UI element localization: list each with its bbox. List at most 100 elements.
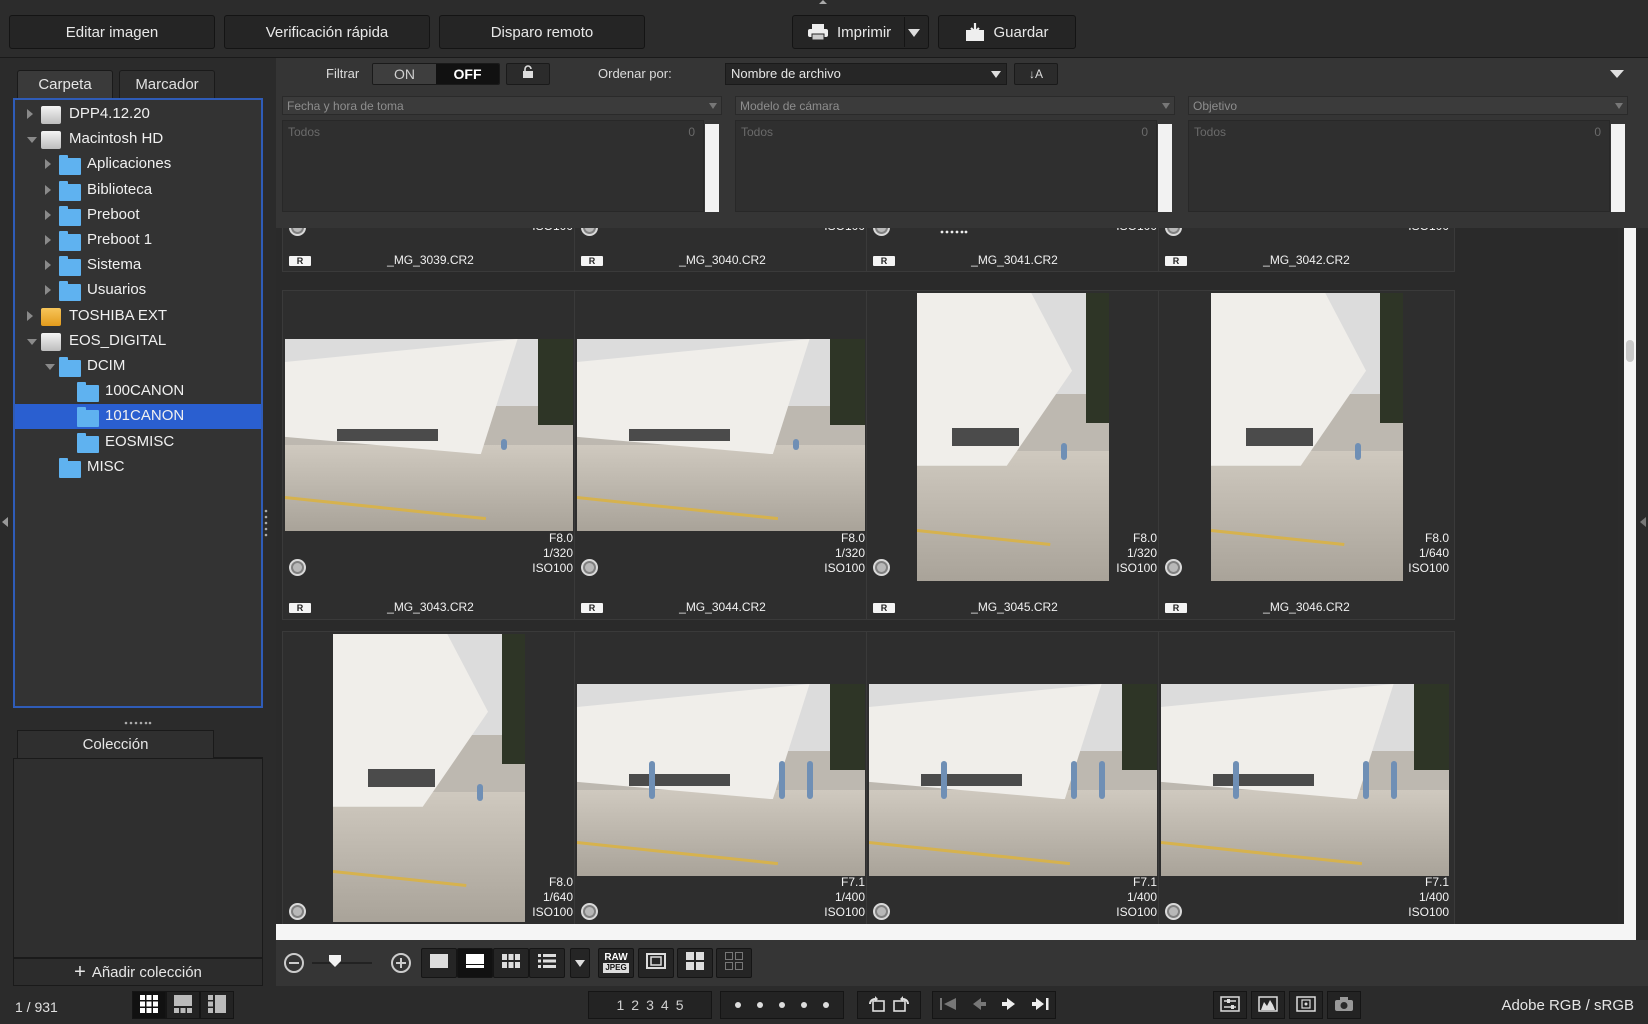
view-medium-button[interactable] — [457, 948, 493, 978]
grid-scrollbar-thumb[interactable] — [1626, 340, 1634, 362]
tree-item[interactable]: EOS_DIGITAL — [15, 329, 261, 354]
sort-direction-button[interactable]: ↓A — [1014, 63, 1058, 85]
check-mark-icon[interactable] — [289, 228, 306, 236]
check-mark-icon[interactable] — [581, 903, 598, 920]
filter-expand-icon[interactable] — [1610, 70, 1624, 78]
add-collection-button[interactable]: + Añadir colección — [13, 958, 263, 986]
expanded-arrow-icon[interactable] — [27, 338, 37, 345]
expanded-arrow-icon[interactable] — [45, 364, 55, 370]
filmstrip-button[interactable] — [638, 948, 674, 978]
view-options-dropdown[interactable] — [570, 948, 590, 978]
check-mark-icon[interactable] — [289, 903, 306, 920]
thumbnail-cell[interactable]: F7.1 1/400 ISO100 — [866, 631, 1163, 940]
camera-info-button[interactable] — [1327, 991, 1361, 1019]
tree-item[interactable]: 100CANON — [15, 379, 261, 404]
filter-lens-select[interactable]: Objetivo — [1188, 96, 1628, 115]
label-dot-icon[interactable] — [757, 1002, 763, 1008]
sort-select[interactable]: Nombre de archivo — [725, 63, 1007, 85]
collapsed-arrow-icon[interactable] — [45, 159, 51, 170]
filter-camera-list[interactable]: Todos 0 — [735, 120, 1157, 212]
previous-image-icon[interactable] — [971, 997, 987, 1014]
filter-camera-all[interactable]: Todos — [741, 125, 773, 139]
view-large-button[interactable] — [421, 948, 457, 978]
filter-off-button[interactable]: OFF — [436, 64, 499, 84]
collapsed-arrow-icon[interactable] — [27, 109, 33, 119]
left-splitter-handle[interactable] — [263, 508, 269, 538]
grid-view-button[interactable] — [677, 948, 713, 978]
thumbnail-cell[interactable]: F8.0 1/320 ISO100 R _MG_3043.CR2 — [282, 290, 579, 620]
filter-date-all[interactable]: Todos — [288, 125, 320, 139]
tree-item[interactable]: Usuarios — [15, 278, 261, 303]
remote-shoot-button[interactable]: Disparo remoto — [439, 15, 645, 49]
tree-item[interactable]: Aplicaciones — [15, 152, 261, 177]
tree-item[interactable]: Macintosh HD — [15, 127, 261, 152]
label-dot-icon[interactable] — [823, 1002, 829, 1008]
thumbnail-cell[interactable]: F8.0 1/320 ISO100 R _MG_3044.CR2 — [574, 290, 871, 620]
tree-item[interactable]: TOSHIBA EXT — [15, 304, 261, 329]
color-label-buttons[interactable] — [720, 991, 844, 1019]
rating-4-button[interactable]: 4 — [661, 997, 669, 1013]
collapsed-arrow-icon[interactable] — [45, 209, 51, 220]
tree-item[interactable]: Biblioteca — [15, 178, 261, 203]
tab-collection[interactable]: Colección — [17, 730, 214, 758]
zoom-slider-thumb[interactable] — [328, 954, 342, 968]
tab-bookmark[interactable]: Marcador — [119, 70, 215, 98]
filter-lock-button[interactable] — [506, 63, 550, 85]
filter-date-list[interactable]: Todos 0 — [282, 120, 704, 212]
collapsed-arrow-icon[interactable] — [45, 260, 51, 271]
compare-view-button[interactable] — [716, 948, 752, 978]
view-small-button[interactable] — [493, 948, 529, 978]
tree-item[interactable]: MISC — [15, 455, 261, 480]
collapse-left-icon[interactable] — [2, 517, 8, 527]
collapsed-arrow-icon[interactable] — [45, 285, 51, 296]
collapsed-arrow-icon[interactable] — [45, 184, 51, 195]
thumbnail-cell[interactable]: F8.0 1/320 ISO100 R _MG_3045.CR2 — [866, 290, 1163, 620]
check-mark-icon[interactable] — [581, 559, 598, 576]
thumbnail-cell[interactable]: F8.0 1/640 ISO100 — [282, 631, 579, 940]
filter-camera-scrollbar[interactable] — [1158, 124, 1172, 212]
save-button[interactable]: Guardar — [938, 15, 1076, 49]
print-button[interactable]: Imprimir — [792, 15, 929, 49]
filter-on-button[interactable]: ON — [373, 64, 436, 84]
raw-jpeg-toggle[interactable]: RAW JPEG — [598, 948, 634, 978]
rating-3-button[interactable]: 3 — [646, 997, 654, 1013]
collapsed-arrow-icon[interactable] — [45, 235, 51, 245]
print-dropdown-icon[interactable] — [908, 29, 920, 37]
tree-item[interactable]: DPP4.12.20 — [15, 102, 261, 127]
thumbnail-cell[interactable]: ISO100R_MG_3039.CR2 — [282, 228, 579, 272]
label-dot-icon[interactable] — [735, 1002, 741, 1008]
rating-buttons[interactable]: 1 2 3 4 5 — [588, 991, 712, 1019]
tree-item[interactable]: DCIM — [15, 354, 261, 379]
thumbnail-cell[interactable]: F7.1 1/400 ISO100 — [1158, 631, 1455, 940]
filter-lens-scrollbar[interactable] — [1611, 124, 1625, 212]
rotate-right-icon[interactable] — [893, 995, 911, 1015]
check-mark-icon[interactable] — [1165, 559, 1182, 576]
tree-item[interactable]: Preboot — [15, 203, 261, 228]
adjust-tool-button[interactable] — [1213, 991, 1247, 1019]
tree-item[interactable]: Sistema — [15, 253, 261, 278]
first-image-icon[interactable] — [939, 997, 957, 1014]
check-mark-icon[interactable] — [289, 559, 306, 576]
rating-5-button[interactable]: 5 — [676, 997, 684, 1013]
filter-date-scrollbar[interactable] — [705, 124, 719, 212]
check-mark-icon[interactable] — [873, 559, 890, 576]
edit-image-button[interactable]: Editar imagen — [9, 15, 215, 49]
last-image-icon[interactable] — [1031, 997, 1049, 1014]
quick-check-button[interactable]: Verificación rápida — [224, 15, 430, 49]
tree-item[interactable]: EOSMISC — [15, 430, 261, 455]
label-dot-icon[interactable] — [779, 1002, 785, 1008]
rating-2-button[interactable]: 2 — [631, 997, 639, 1013]
grid-scrollbar[interactable] — [1624, 228, 1636, 940]
layout-preview-button[interactable] — [166, 991, 200, 1019]
tree-item[interactable]: 101CANON — [15, 404, 261, 430]
check-mark-icon[interactable] — [1165, 228, 1182, 236]
layout-grid-button[interactable] — [132, 991, 166, 1019]
panel-resize-handle[interactable] — [124, 712, 152, 725]
zoom-slider[interactable] — [312, 962, 372, 964]
next-image-icon[interactable] — [1001, 997, 1017, 1014]
expanded-arrow-icon[interactable] — [27, 137, 37, 144]
histogram-button[interactable] — [1251, 991, 1285, 1019]
af-point-button[interactable] — [1289, 991, 1323, 1019]
layout-side-button[interactable] — [200, 991, 234, 1019]
thumbnail-cell[interactable]: ISO100R_MG_3040.CR2 — [574, 228, 871, 272]
